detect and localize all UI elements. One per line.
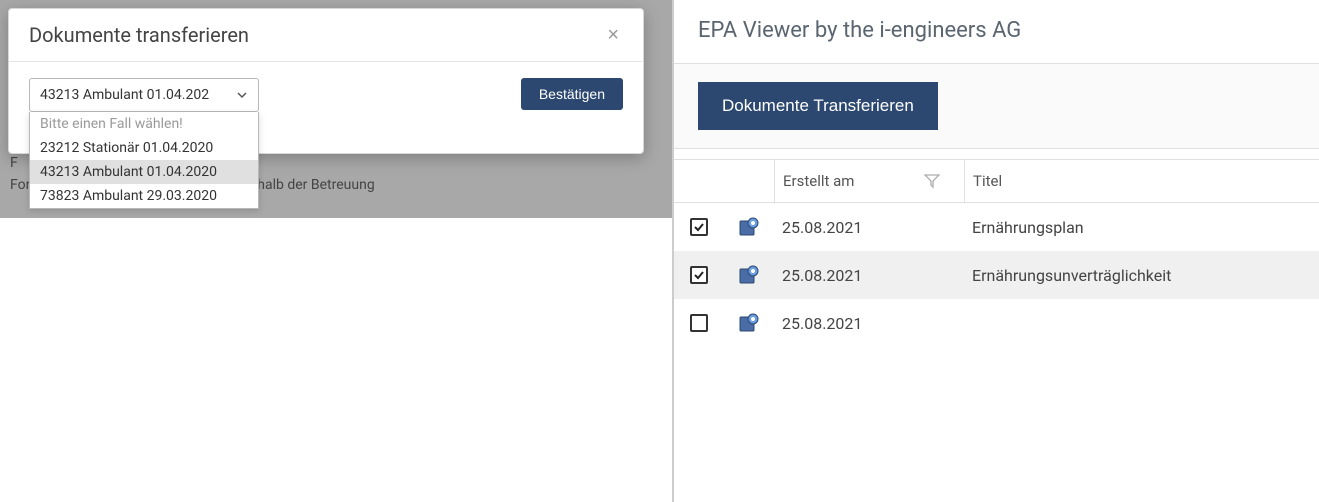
row-checkbox-cell xyxy=(674,314,724,332)
col-created-header[interactable]: Erstellt am xyxy=(774,160,964,202)
modal-body: 43213 Ambulant 01.04.202 Bitte einen Fal… xyxy=(9,62,643,128)
viewer-title: EPA Viewer by the i-engineers AG xyxy=(674,0,1319,63)
document-icon xyxy=(738,217,760,237)
row-title: Ernährungsunverträglichkeit xyxy=(964,266,1319,285)
dropdown-option[interactable]: 23212 Stationär 01.04.2020 xyxy=(30,136,258,160)
row-icon-cell xyxy=(724,265,774,285)
row-icon-cell xyxy=(724,217,774,237)
document-icon xyxy=(738,265,760,285)
dropdown-option[interactable]: 43213 Ambulant 01.04.2020 xyxy=(30,160,258,184)
close-icon: × xyxy=(607,24,619,46)
table-row[interactable]: 25.08.2021Ernährungsplan xyxy=(674,203,1319,251)
viewer-panel: EPA Viewer by the i-engineers AG Dokumen… xyxy=(672,0,1319,502)
row-date: 25.08.2021 xyxy=(774,314,964,333)
transfer-documents-button[interactable]: Dokumente Transferieren xyxy=(698,82,938,130)
table-header: Erstellt am Titel xyxy=(674,159,1319,203)
dropdown-option[interactable]: 73823 Ambulant 29.03.2020 xyxy=(30,184,258,208)
row-checkbox[interactable] xyxy=(690,314,708,332)
toolbar: Dokumente Transferieren xyxy=(674,63,1319,149)
row-checkbox[interactable] xyxy=(690,218,708,236)
row-date: 25.08.2021 xyxy=(774,218,964,237)
table-row[interactable]: 25.08.2021Ernährungsunverträglichkeit xyxy=(674,251,1319,299)
row-date: 25.08.2021 xyxy=(774,266,964,285)
dropdown-placeholder: Bitte einen Fall wählen! xyxy=(30,112,258,136)
modal-title: Dokumente transferieren xyxy=(29,23,249,47)
document-icon xyxy=(738,313,760,333)
confirm-button[interactable]: Bestätigen xyxy=(521,78,623,110)
transfer-modal: Dokumente transferieren × 43213 Ambulant… xyxy=(8,8,644,154)
row-checkbox-cell xyxy=(674,218,724,236)
row-checkbox-cell xyxy=(674,266,724,284)
modal-header: Dokumente transferieren × xyxy=(9,9,643,62)
case-select-wrapper: 43213 Ambulant 01.04.202 Bitte einen Fal… xyxy=(29,78,259,112)
table-row[interactable]: 25.08.2021 xyxy=(674,299,1319,347)
select-value: 43213 Ambulant 01.04.202 xyxy=(40,87,209,103)
close-button[interactable]: × xyxy=(603,24,623,47)
chevron-down-icon xyxy=(236,89,248,101)
filter-icon[interactable] xyxy=(924,173,940,189)
row-checkbox[interactable] xyxy=(690,266,708,284)
left-panel-backdrop: F For halb der Betreuung Dokumente trans… xyxy=(0,0,672,218)
col-title-header[interactable]: Titel xyxy=(964,160,1319,202)
case-dropdown: Bitte einen Fall wählen! 23212 Stationär… xyxy=(29,112,259,209)
row-title: Ernährungsplan xyxy=(964,218,1319,237)
checkmark-icon xyxy=(693,221,705,233)
row-icon-cell xyxy=(724,313,774,333)
case-select[interactable]: 43213 Ambulant 01.04.202 xyxy=(29,78,259,112)
documents-table: Erstellt am Titel 25.08.2021Ernährungspl… xyxy=(674,159,1319,347)
checkmark-icon xyxy=(693,269,705,281)
